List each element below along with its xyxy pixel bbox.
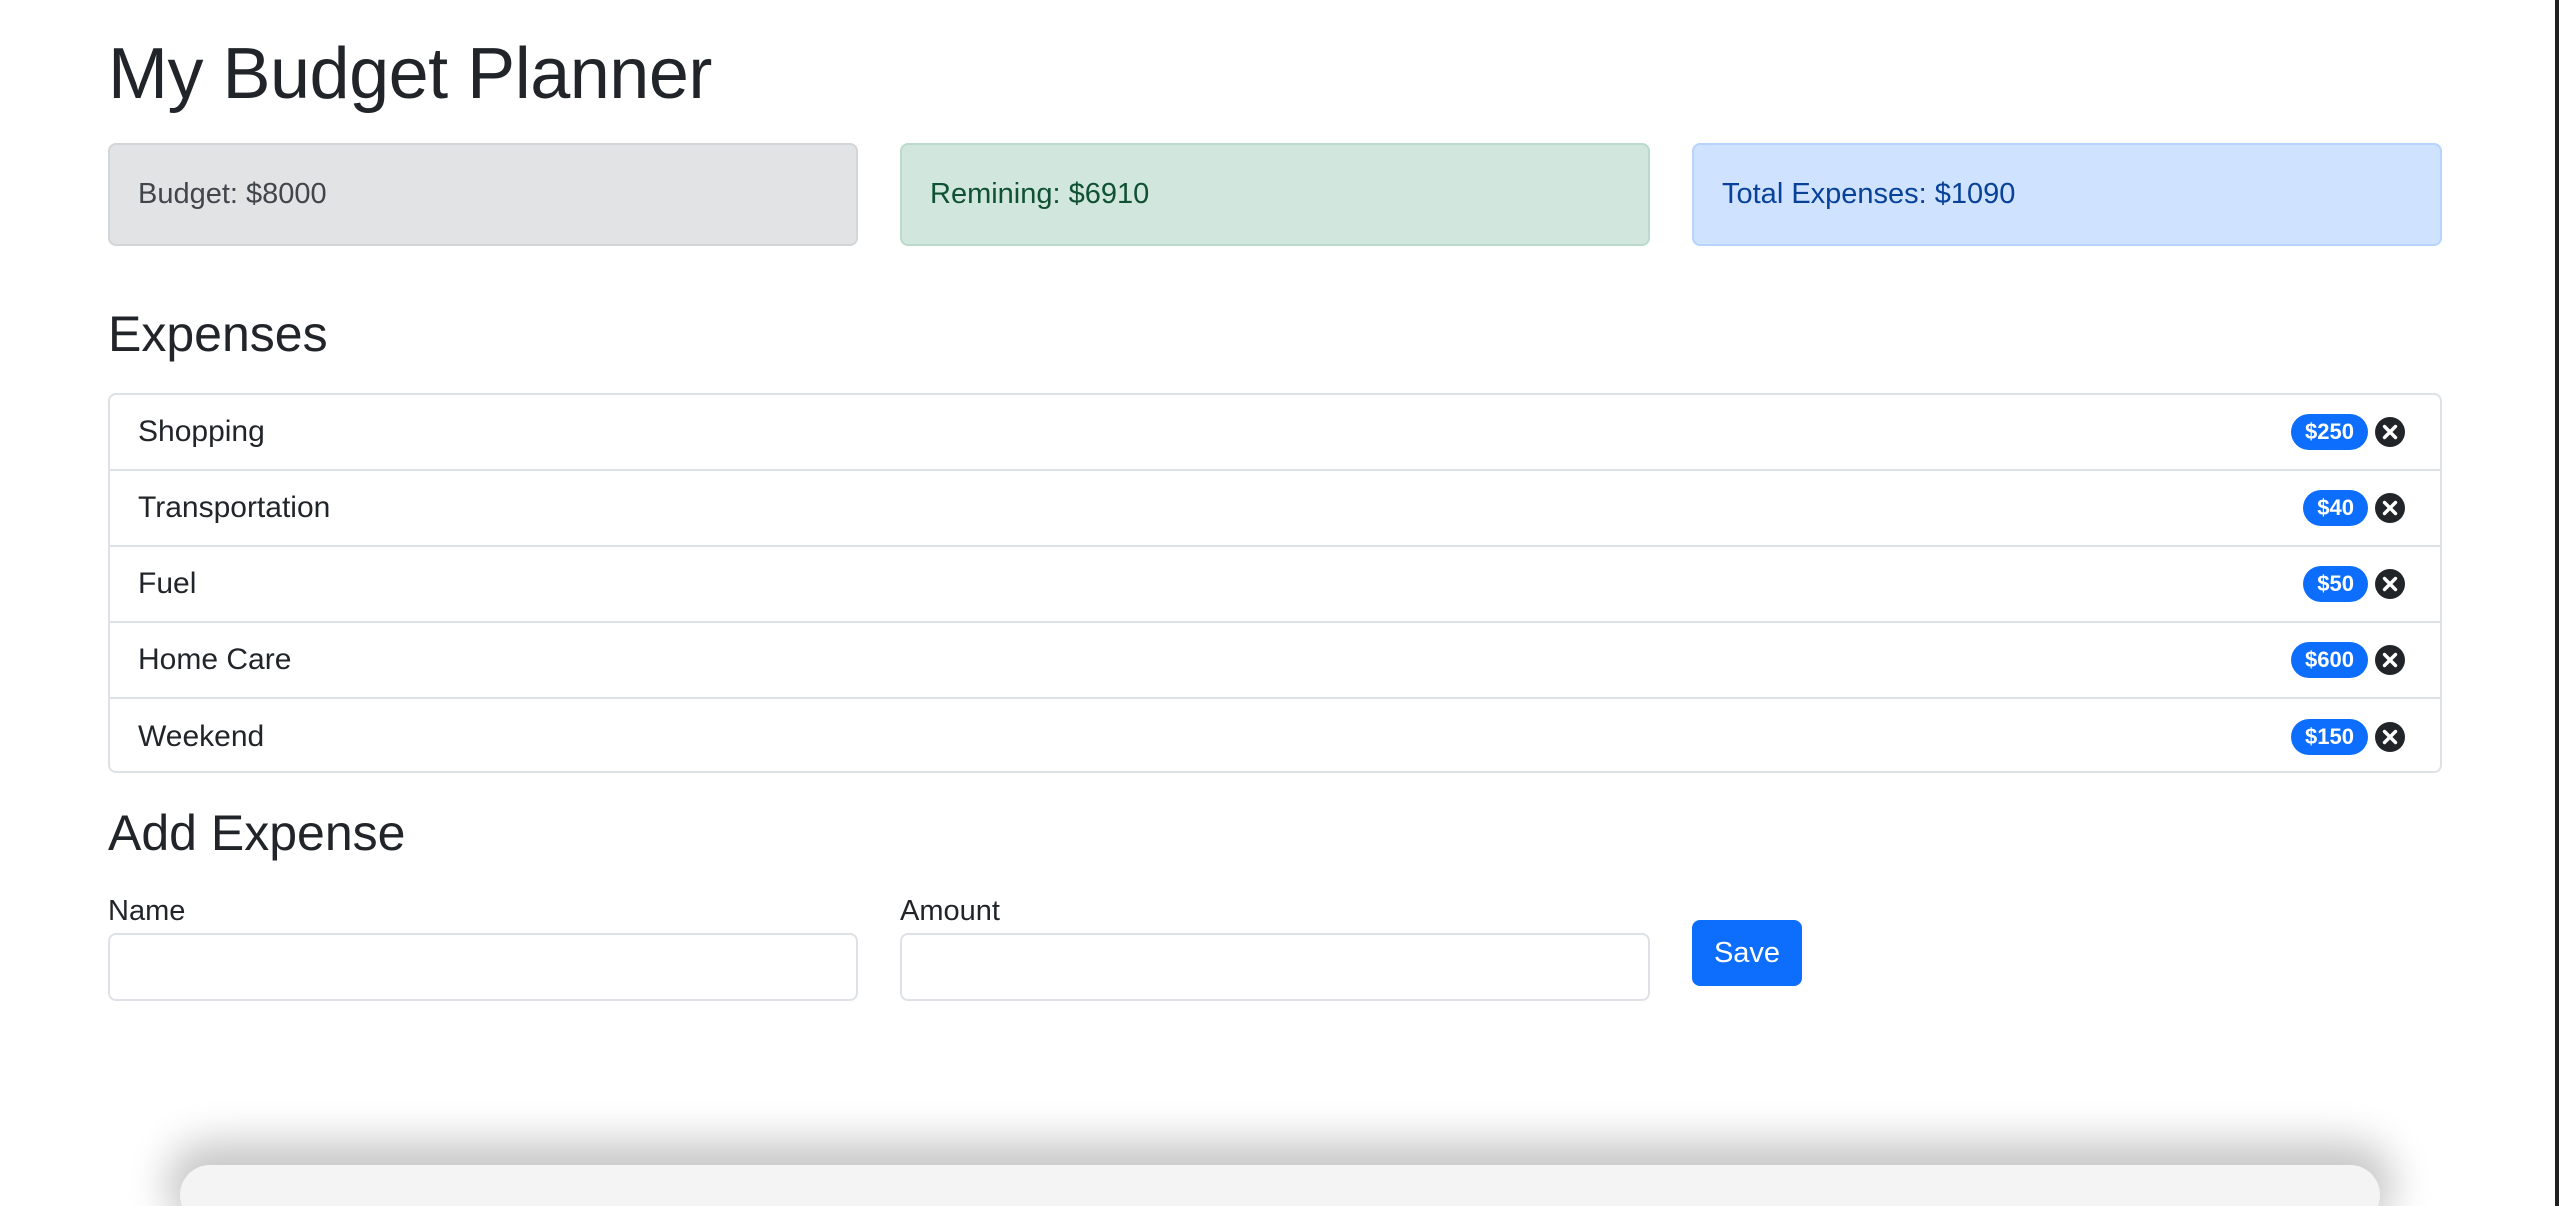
expense-actions: $600 <box>2291 642 2406 678</box>
amount-badge: $150 <box>2291 719 2368 755</box>
close-circle-icon[interactable] <box>2374 644 2406 676</box>
budget-card: Budget: $8000 <box>108 143 858 246</box>
expense-actions: $40 <box>2303 490 2406 526</box>
expense-name: Fuel <box>138 567 197 600</box>
list-item: Home Care $600 <box>110 623 2440 699</box>
expense-list: Shopping $250 Transportation $40 Fuel $5… <box>108 393 2442 773</box>
overlapping-window-edge <box>180 1165 2380 1206</box>
expense-actions: $250 <box>2291 414 2406 450</box>
list-item: Fuel $50 <box>110 547 2440 623</box>
list-item: Transportation $40 <box>110 471 2440 547</box>
add-expense-heading: Add Expense <box>108 805 406 861</box>
close-circle-icon[interactable] <box>2374 568 2406 600</box>
summary-row: Budget: $8000 Remining: $6910 Total Expe… <box>108 143 2442 246</box>
expenses-heading: Expenses <box>108 306 328 362</box>
amount-badge: $40 <box>2303 490 2368 526</box>
expense-name: Shopping <box>138 415 265 448</box>
list-item: Shopping $250 <box>110 395 2440 471</box>
expense-name: Weekend <box>138 720 265 753</box>
expense-name: Home Care <box>138 643 292 676</box>
amount-field-group: Amount <box>900 893 1650 1001</box>
close-circle-icon[interactable] <box>2374 492 2406 524</box>
remaining-card: Remining: $6910 <box>900 143 1650 246</box>
close-circle-icon[interactable] <box>2374 721 2406 753</box>
page: My Budget Planner Budget: $8000 Remining… <box>0 0 2559 1206</box>
list-item: Weekend $150 <box>110 699 2440 771</box>
amount-badge: $250 <box>2291 414 2368 450</box>
name-field-group: Name <box>108 893 858 1001</box>
expense-actions: $50 <box>2303 566 2406 602</box>
window-border <box>2555 0 2559 1206</box>
page-title: My Budget Planner <box>108 34 712 114</box>
save-button[interactable]: Save <box>1692 920 1802 986</box>
name-input[interactable] <box>108 933 858 1001</box>
total-expenses-card: Total Expenses: $1090 <box>1692 143 2442 246</box>
amount-badge: $50 <box>2303 566 2368 602</box>
amount-label: Amount <box>900 895 1000 927</box>
amount-input[interactable] <box>900 933 1650 1001</box>
name-label: Name <box>108 895 186 927</box>
add-expense-form: Name Amount Save <box>108 893 2442 1013</box>
amount-badge: $600 <box>2291 642 2368 678</box>
expense-actions: $150 <box>2291 719 2406 755</box>
close-circle-icon[interactable] <box>2374 416 2406 448</box>
expense-name: Transportation <box>138 491 331 524</box>
